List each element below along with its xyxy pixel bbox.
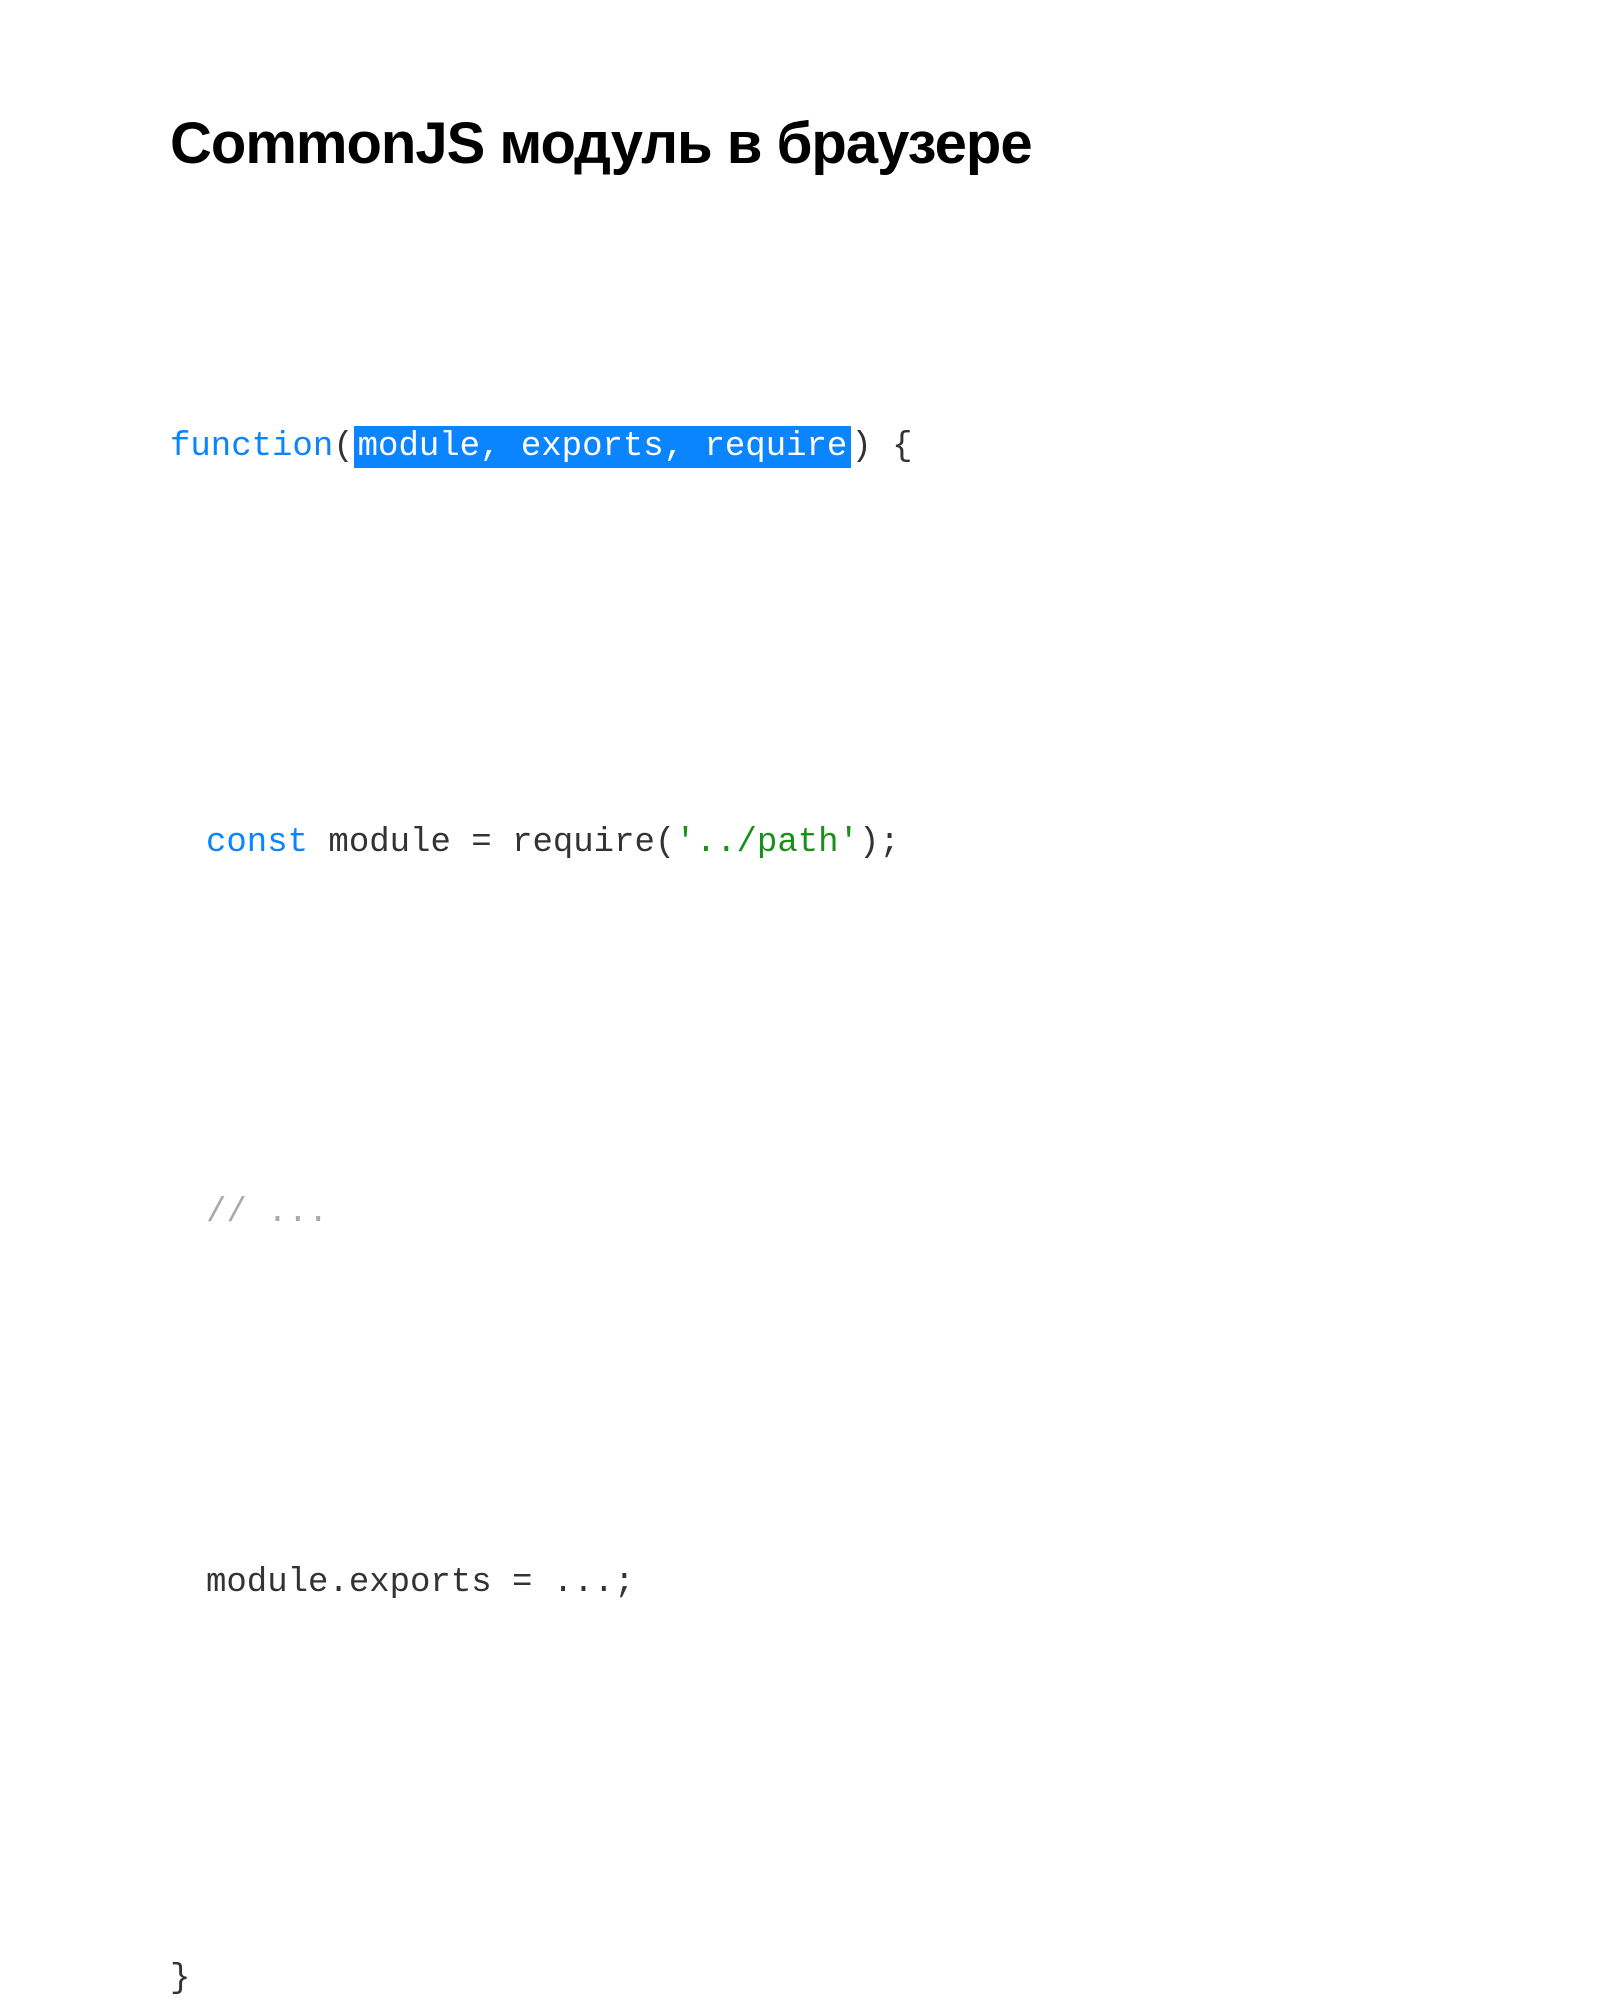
token-keyword-function: function xyxy=(170,428,333,466)
token-highlighted-params: module, exports, require xyxy=(354,426,852,468)
code-block: function(module, exports, require) { con… xyxy=(170,277,1430,2000)
code-line-1: function(module, exports, require) { xyxy=(170,413,1430,481)
blank-gap xyxy=(170,1013,1430,1043)
token-close-brace: } xyxy=(170,1960,190,1998)
token-close-paren-brace: ) { xyxy=(851,428,912,466)
blank-gap xyxy=(170,1753,1430,1809)
token-keyword-const: const xyxy=(206,824,308,862)
code-line-4: module.exports = ...; xyxy=(170,1549,1430,1617)
code-line-3: // ... xyxy=(170,1179,1430,1247)
slide: CommonJS модуль в браузере function(modu… xyxy=(0,0,1600,2000)
token-string-path: '../path' xyxy=(675,824,859,862)
token-export: module.exports = ...; xyxy=(206,1564,634,1602)
token-assign: module = require( xyxy=(308,824,675,862)
blank-gap xyxy=(170,617,1430,673)
token-open-paren: ( xyxy=(333,428,353,466)
code-line-2: const module = require('../path'); xyxy=(170,809,1430,877)
slide-title: CommonJS модуль в браузере xyxy=(170,110,1430,177)
code-line-5: } xyxy=(170,1945,1430,2000)
token-comment: // ... xyxy=(206,1194,328,1232)
blank-gap xyxy=(170,1383,1430,1413)
token-line-end: ); xyxy=(859,824,900,862)
